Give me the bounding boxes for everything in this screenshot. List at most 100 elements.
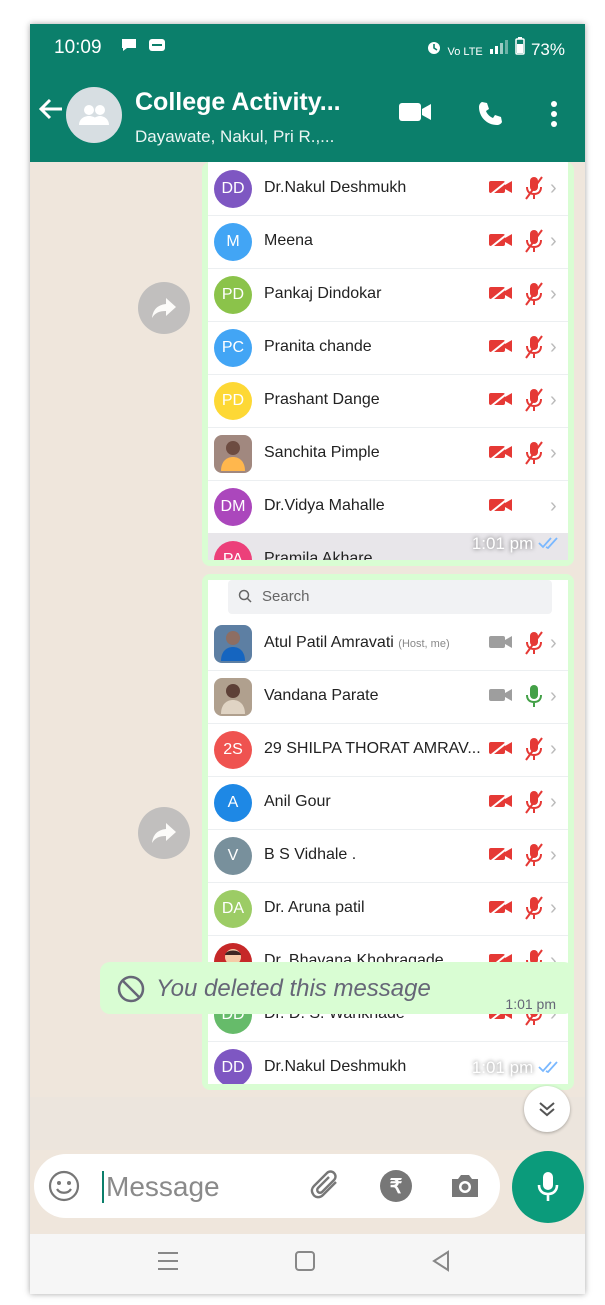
forward-button[interactable] <box>138 807 190 859</box>
message-input[interactable]: Message <box>102 1171 220 1203</box>
chevron-right-icon: › <box>550 283 557 305</box>
volte-icon: Vo LTE <box>447 46 483 58</box>
chevron-right-icon: › <box>550 230 557 252</box>
more-options-icon[interactable] <box>550 100 558 133</box>
participant-row: V B S Vidhale . › <box>208 829 568 883</box>
deleted-message[interactable]: You deleted this message 1:01 pm <box>100 962 574 1014</box>
participant-avatar: DA <box>214 890 252 928</box>
status-bar: 10:09 Vo LTE 73% <box>30 24 585 72</box>
participant-row: PC Pranita chande › <box>208 321 568 375</box>
mic-off-icon <box>524 387 544 418</box>
payment-icon[interactable]: ₹ <box>380 1170 412 1202</box>
participant-row: PD Prashant Dange › <box>208 374 568 428</box>
mic-off-icon <box>524 281 544 312</box>
message-input-box[interactable]: Message ₹ <box>34 1154 500 1218</box>
blocked-icon <box>117 975 145 1003</box>
recent-apps-icon <box>158 1252 178 1270</box>
participant-avatar: DM <box>214 488 252 526</box>
participant-avatar: PD <box>214 382 252 420</box>
participant-row: Atul Patil Amravati (Host, me) › <box>208 617 568 671</box>
participant-name: Atul Patil Amravati (Host, me) <box>264 634 450 651</box>
participant-name: Dr.Nakul Deshmukh <box>264 179 407 196</box>
participant-name: Dr. Aruna patil <box>264 899 365 916</box>
participant-row: DM Dr.Vidya Mahalle › <box>208 480 568 534</box>
microphone-icon <box>537 1172 559 1201</box>
chevron-right-icon: › <box>550 389 557 411</box>
camera-icon <box>452 1175 478 1197</box>
participant-avatar: DD <box>214 1049 252 1084</box>
group-icon <box>79 105 109 125</box>
chevron-right-icon: › <box>550 685 557 707</box>
video-off-icon <box>488 337 514 360</box>
video-off-icon <box>488 390 514 413</box>
participant-name: Prashant Dange <box>264 391 380 408</box>
chevron-right-icon: › <box>550 738 557 760</box>
chevron-right-icon: › <box>550 897 557 919</box>
home-icon <box>295 1251 315 1271</box>
participant-photo-avatar <box>214 625 252 663</box>
status-right: Vo LTE 73% <box>425 37 565 60</box>
image-message-1[interactable]: DD Dr.Nakul Deshmukh › M Meena › PD Pank… <box>202 162 574 566</box>
participant-name: 29 SHILPA THORAT AMRAV... <box>264 740 481 757</box>
participant-name: Vandana Parate <box>264 687 379 704</box>
message-composer: Message ₹ <box>30 1150 585 1234</box>
chevron-right-icon: › <box>550 632 557 654</box>
mic-off-icon <box>524 440 544 471</box>
message-timestamp: 1:01 pm <box>472 534 560 554</box>
mic-off-icon <box>524 895 544 926</box>
search-icon <box>238 589 252 603</box>
video-off-icon <box>488 792 514 815</box>
video-off-icon <box>488 739 514 762</box>
voice-call-icon[interactable] <box>476 100 504 133</box>
participant-row: Vandana Parate › <box>208 670 568 724</box>
chevron-right-icon: › <box>550 844 557 866</box>
system-nav-bar <box>30 1234 585 1294</box>
mic-off-icon <box>524 630 544 661</box>
participant-row: A Anil Gour › <box>208 776 568 830</box>
video-off-icon <box>488 443 514 466</box>
participant-name: Pramila Akhare <box>264 550 373 560</box>
participant-name: Dr.Nakul Deshmukh <box>264 1058 407 1075</box>
forward-icon <box>152 823 176 843</box>
participant-row: M Meena › <box>208 215 568 269</box>
participant-row: Sanchita Pimple › <box>208 427 568 481</box>
participant-name: B S Vidhale . <box>264 846 357 863</box>
chat-title[interactable]: College Activity... <box>135 88 341 117</box>
participant-row: DD Dr.Nakul Deshmukh › <box>208 162 568 216</box>
mic-off-icon <box>524 228 544 259</box>
forward-icon <box>152 298 176 318</box>
participant-name: Sanchita Pimple <box>264 444 380 461</box>
battery-icon <box>515 37 525 55</box>
attach-icon <box>310 1170 337 1199</box>
chevron-right-icon: › <box>550 442 557 464</box>
mic-off-icon <box>524 736 544 767</box>
voice-record-button[interactable] <box>512 1151 584 1223</box>
participant-avatar: PC <box>214 329 252 367</box>
search-placeholder: Search <box>262 588 310 605</box>
battery-percent: 73% <box>530 40 565 59</box>
app-notification-icon <box>149 39 166 51</box>
group-avatar[interactable] <box>66 87 122 143</box>
chat-header: College Activity... Dayawate, Nakul, Pri… <box>30 72 585 162</box>
read-receipt-icon <box>538 537 558 550</box>
chat-subtitle[interactable]: Dayawate, Nakul, Pri R.,... <box>135 127 334 147</box>
forward-button[interactable] <box>138 282 190 334</box>
video-call-icon[interactable] <box>398 100 432 129</box>
chat-area[interactable]: DD Dr.Nakul Deshmukh › M Meena › PD Pank… <box>30 162 585 1097</box>
scroll-to-bottom-button[interactable] <box>524 1086 570 1132</box>
participants-screenshot-1: DD Dr.Nakul Deshmukh › M Meena › PD Pank… <box>208 162 568 560</box>
status-time: 10:09 <box>54 37 102 58</box>
video-off-icon <box>488 284 514 307</box>
participant-name: Meena <box>264 232 313 249</box>
video-off-icon <box>488 845 514 868</box>
mic-off-icon <box>524 175 544 206</box>
participant-row: DA Dr. Aruna patil › <box>208 882 568 936</box>
video-icon <box>488 686 514 709</box>
video-off-icon <box>488 496 514 519</box>
participant-name: Anil Gour <box>264 793 331 810</box>
participant-name: Pranita chande <box>264 338 372 355</box>
chevron-right-icon: › <box>550 177 557 199</box>
participant-avatar: V <box>214 837 252 875</box>
participant-row: PD Pankaj Dindokar › <box>208 268 568 322</box>
back-arrow-icon[interactable] <box>36 94 66 132</box>
